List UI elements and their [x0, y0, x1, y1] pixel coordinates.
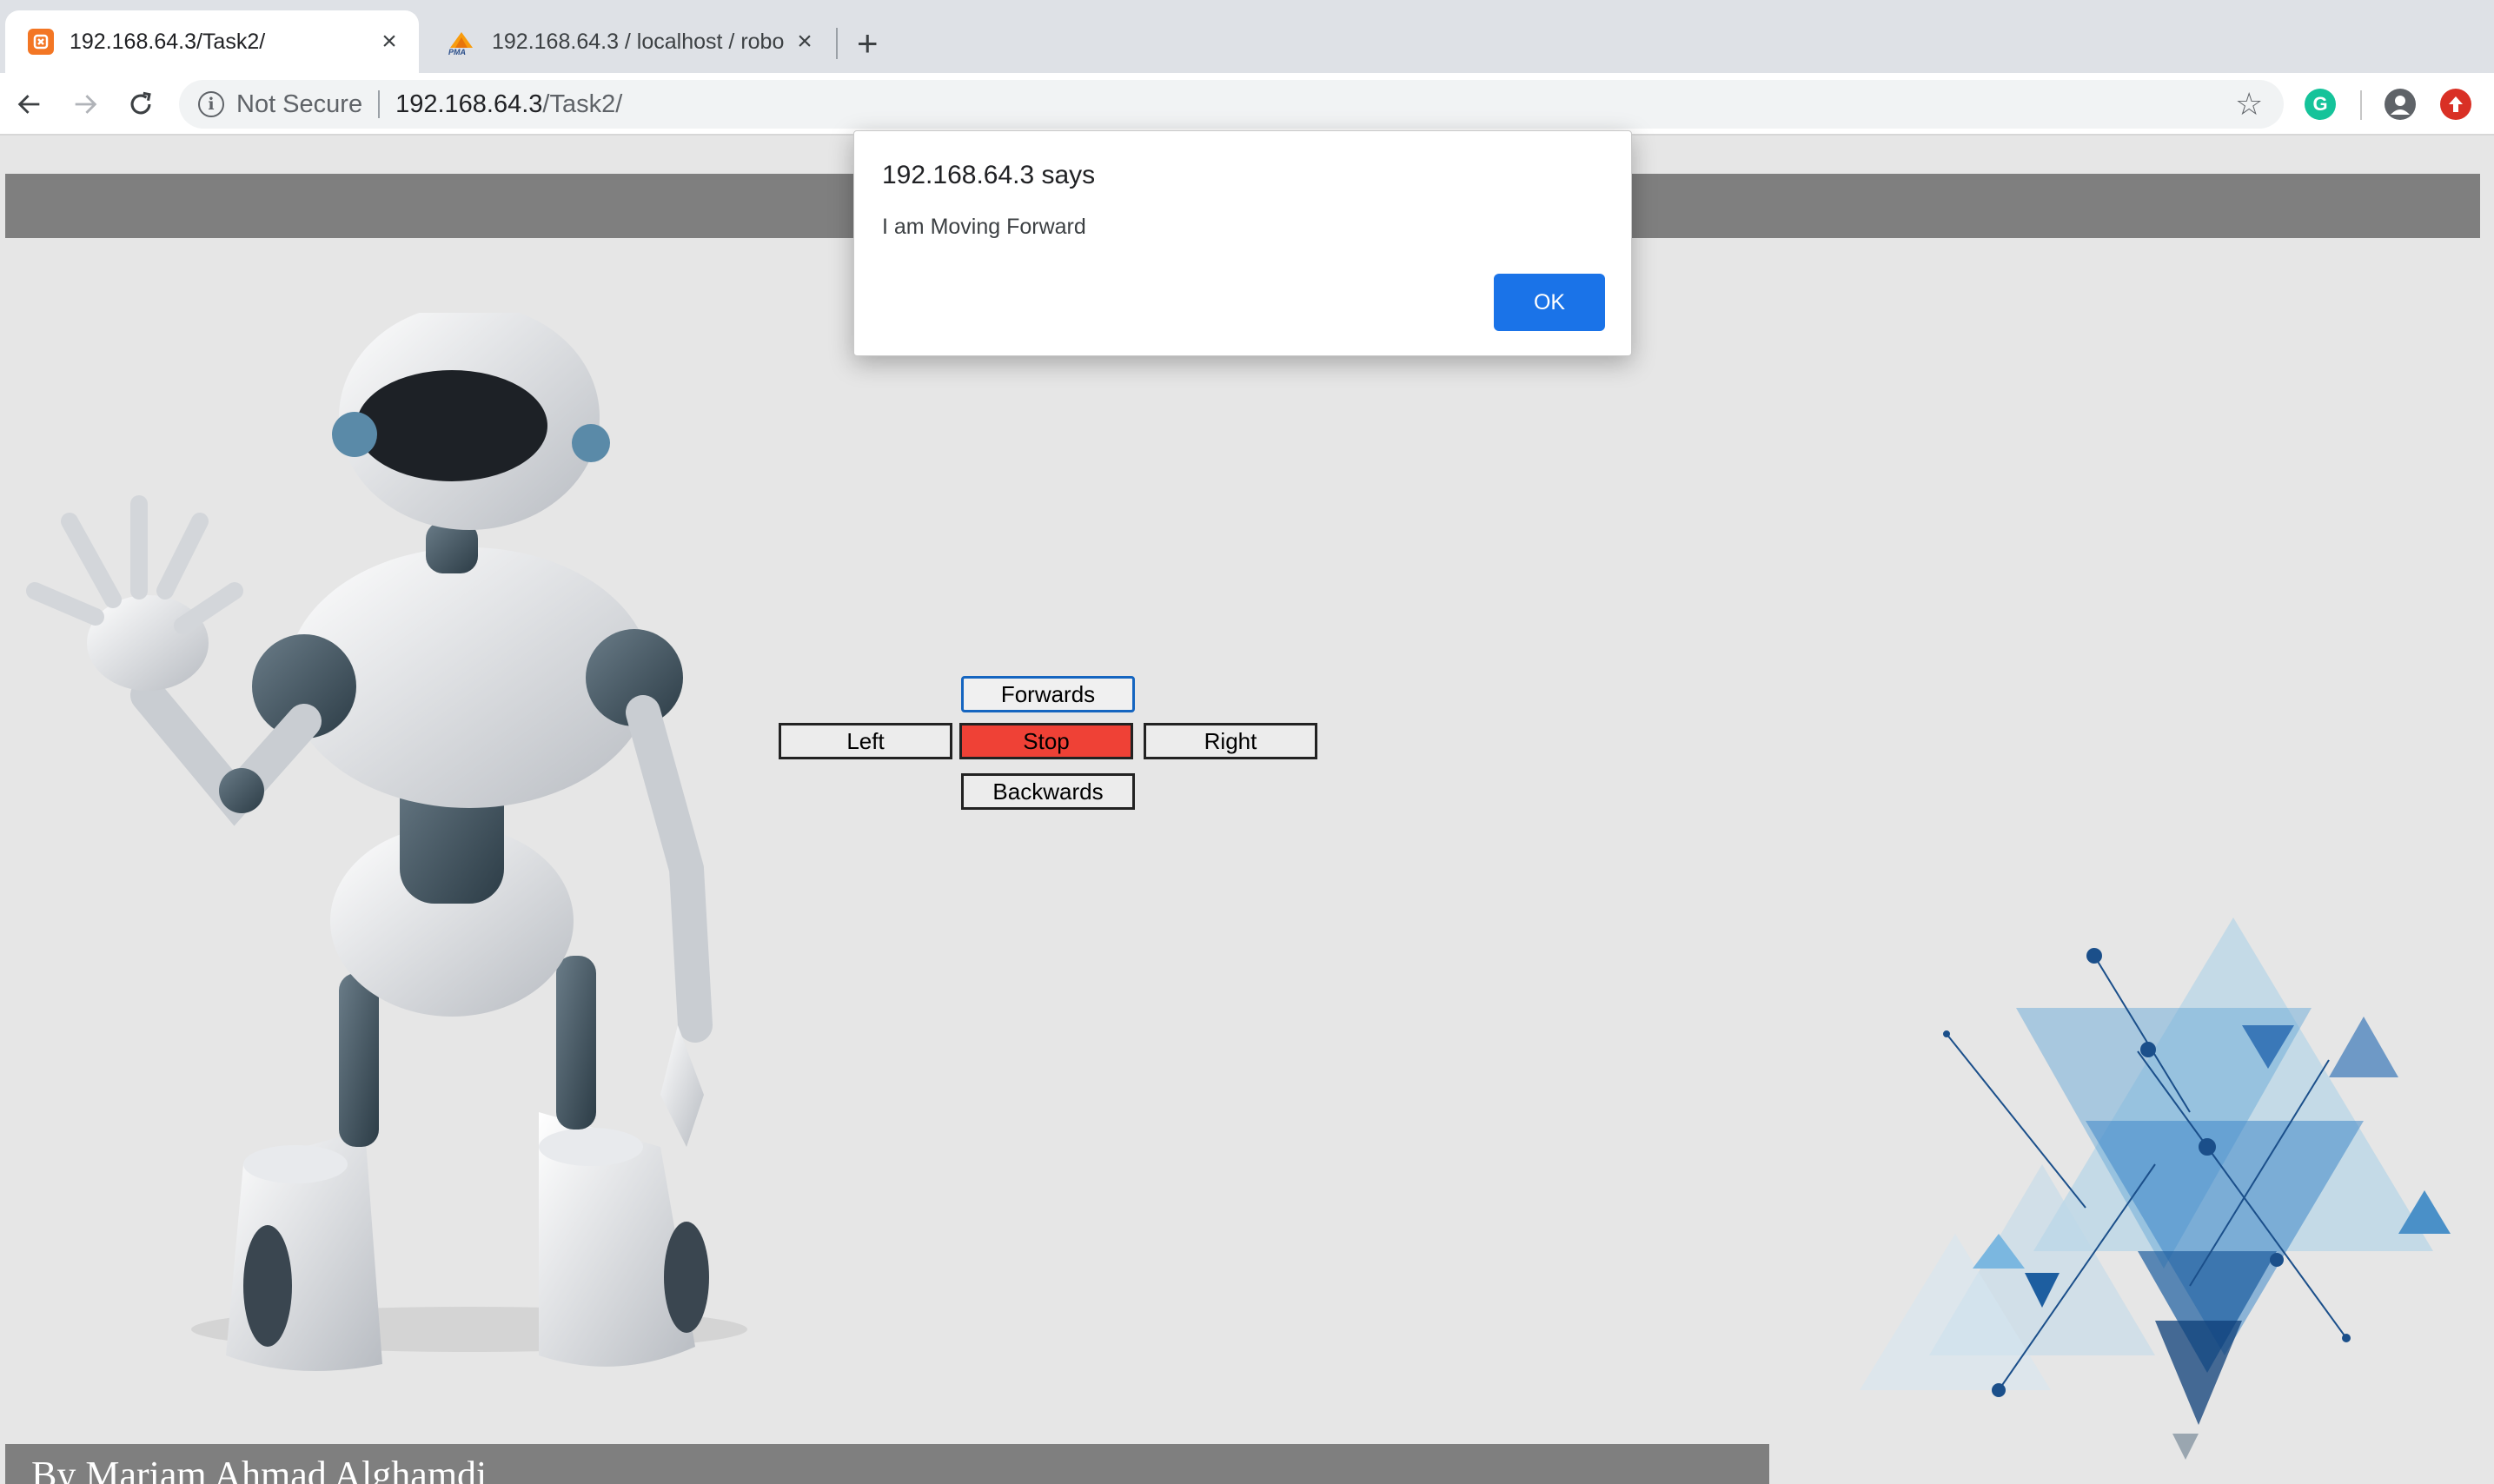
update-icon[interactable] — [2440, 89, 2471, 120]
tab-strip: 192.168.64.3/Task2/ × PMA 192.168.64.3 /… — [0, 0, 2494, 73]
left-button[interactable]: Left — [779, 723, 952, 759]
backwards-button[interactable]: Backwards — [961, 773, 1135, 810]
new-tab-button[interactable]: + — [857, 19, 879, 68]
forward-nav-button[interactable] — [66, 85, 104, 123]
stop-button[interactable]: Stop — [959, 723, 1133, 759]
tab-title: 192.168.64.3/Task2/ — [70, 29, 266, 54]
xampp-icon — [28, 29, 54, 55]
security-label: Not Secure — [236, 89, 363, 118]
tab-phpmyadmin[interactable]: PMA 192.168.64.3 / localhost / robo × — [424, 10, 834, 73]
right-button[interactable]: Right — [1144, 723, 1317, 759]
robot-illustration — [26, 313, 747, 1371]
arrow-right-icon — [75, 95, 97, 114]
url-host: 192.168.64.3 — [395, 89, 543, 118]
alert-dialog: 192.168.64.3 says I am Moving Forward OK — [853, 130, 1632, 356]
bookmark-star-icon[interactable]: ☆ — [2235, 89, 2263, 120]
tab-title: 192.168.64.3 / localhost / robo — [492, 29, 785, 54]
tab-task2[interactable]: 192.168.64.3/Task2/ × — [5, 10, 419, 73]
tab-divider — [836, 28, 838, 59]
forwards-button[interactable]: Forwards — [961, 676, 1135, 712]
back-button[interactable] — [10, 85, 49, 123]
reload-button[interactable] — [122, 85, 160, 123]
phpmyadmin-icon: PMA — [447, 29, 476, 56]
grammarly-icon[interactable]: G — [2305, 89, 2336, 120]
close-tab-icon[interactable]: × — [372, 27, 407, 56]
geometric-decoration — [1860, 918, 2451, 1460]
toolbar-divider — [2360, 90, 2362, 120]
page-footer-bar: By Mariam Ahmad Alghamdi — [5, 1444, 1769, 1484]
address-divider — [378, 90, 381, 118]
dialog-title: 192.168.64.3 says — [882, 161, 1096, 189]
info-icon[interactable]: i — [198, 91, 224, 117]
footer-author-text: By Mariam Ahmad Alghamdi — [31, 1454, 488, 1484]
profile-icon[interactable] — [2385, 89, 2416, 120]
reload-icon — [130, 91, 151, 115]
browser-toolbar: i Not Secure 192.168.64.3 /Task2/ ☆ G — [0, 73, 2494, 136]
arrow-left-icon — [17, 95, 40, 114]
ok-button[interactable]: OK — [1494, 274, 1605, 331]
address-bar[interactable]: i Not Secure 192.168.64.3 /Task2/ — [179, 80, 2284, 129]
close-tab-icon[interactable]: × — [787, 27, 822, 56]
pma-label: PMA — [448, 48, 466, 56]
url-path: /Task2/ — [542, 89, 623, 118]
dialog-message: I am Moving Forward — [882, 215, 1086, 239]
